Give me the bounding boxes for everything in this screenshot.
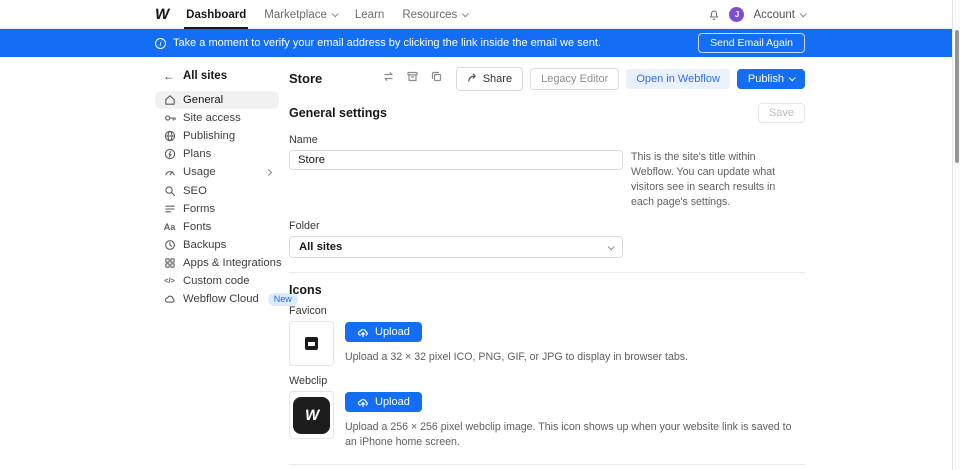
nav-item-resources[interactable]: Resources [402, 0, 467, 29]
name-help-text: This is the site's title within Webflow.… [631, 124, 794, 210]
favicon-upload-button[interactable]: Upload [345, 322, 422, 342]
favicon-preview [289, 321, 334, 366]
section-divider [289, 272, 805, 273]
email-verify-banner: i Take a moment to verify your email add… [0, 29, 960, 57]
icons-heading: Icons [289, 283, 322, 297]
settings-sidebar: ← All sites General Site access Publishi… [155, 68, 279, 470]
archive-icon[interactable] [406, 70, 419, 88]
back-arrow-icon: ← [163, 70, 175, 82]
code-icon: </> [163, 276, 176, 285]
chevron-down-icon [462, 10, 469, 17]
favicon-help-text: Upload a 32 × 32 pixel ICO, PNG, GIF, or… [345, 350, 688, 365]
folder-select[interactable]: All sites [289, 236, 623, 258]
site-name-input[interactable] [289, 150, 623, 170]
cloud-icon [163, 293, 176, 305]
webclip-upload-button[interactable]: Upload [345, 392, 422, 412]
share-button[interactable]: Share [456, 67, 523, 91]
account-menu[interactable]: Account [753, 9, 805, 21]
sidebar-item-seo[interactable]: SEO [155, 181, 279, 199]
favicon-label: Favicon [289, 305, 805, 317]
key-icon [163, 112, 176, 124]
sidebar-item-usage[interactable]: Usage [155, 163, 279, 181]
magnifier-icon [163, 185, 176, 197]
general-settings-heading: General settings [289, 106, 387, 120]
gauge-icon [163, 166, 176, 178]
sidebar-item-backups[interactable]: Backups [155, 236, 279, 254]
chevron-right-icon [265, 169, 272, 176]
vertical-scrollbar[interactable] [952, 0, 960, 470]
folder-label: Folder [289, 220, 623, 232]
banner-message: Take a moment to verify your email addre… [173, 37, 601, 49]
open-in-webflow-button[interactable]: Open in Webflow [626, 69, 730, 89]
name-label: Name [289, 134, 623, 146]
info-icon: i [155, 38, 166, 49]
fonts-icon: Aa [163, 222, 176, 232]
duplicate-icon[interactable] [430, 70, 443, 88]
send-email-again-button[interactable]: Send Email Again [698, 33, 805, 53]
legacy-editor-button[interactable]: Legacy Editor [530, 68, 619, 90]
back-to-all-sites[interactable]: ← All sites [155, 68, 279, 84]
sidebar-item-webflow-cloud[interactable]: Webflow Cloud New [155, 290, 279, 308]
apps-grid-icon [163, 257, 176, 269]
section-divider [289, 464, 805, 465]
webflow-webclip-icon: W [293, 397, 330, 434]
avatar[interactable]: J [729, 7, 744, 22]
globe-icon [163, 130, 176, 142]
main-content: Store Share Legacy Editor Open in Webflo… [289, 68, 805, 470]
sidebar-item-plans[interactable]: Plans [155, 145, 279, 163]
general-save-button[interactable]: Save [758, 103, 805, 123]
webclip-preview: W [289, 391, 334, 439]
sidebar-item-general[interactable]: General [155, 91, 279, 109]
nav-item-marketplace[interactable]: Marketplace [264, 0, 337, 29]
home-icon [163, 94, 176, 106]
default-favicon-icon [305, 337, 318, 350]
bolt-circle-icon [163, 148, 176, 160]
top-nav: W Dashboard Marketplace Learn Resources … [0, 0, 960, 29]
nav-item-learn[interactable]: Learn [355, 0, 384, 29]
share-arrow-icon [467, 72, 478, 86]
page-title: Store [289, 71, 322, 86]
sidebar-item-site-access[interactable]: Site access [155, 109, 279, 127]
publish-button[interactable]: Publish [737, 69, 805, 89]
nav-item-dashboard[interactable]: Dashboard [186, 0, 246, 29]
sidebar-item-publishing[interactable]: Publishing [155, 127, 279, 145]
transfer-site-icon[interactable] [382, 70, 395, 88]
sidebar-item-apps-integrations[interactable]: Apps & Integrations [155, 254, 279, 272]
sidebar-item-fonts[interactable]: Aa Fonts [155, 218, 279, 236]
sidebar-item-custom-code[interactable]: </> Custom code [155, 272, 279, 290]
chevron-down-icon [332, 10, 339, 17]
webflow-logo-icon[interactable]: W [154, 6, 170, 23]
history-clock-icon [163, 239, 176, 251]
notification-bell-icon[interactable] [708, 8, 720, 21]
scrollbar-thumb[interactable] [955, 30, 960, 163]
form-lines-icon [163, 203, 176, 215]
webclip-label: Webclip [289, 375, 805, 387]
chevron-down-icon [800, 10, 807, 17]
sidebar-item-forms[interactable]: Forms [155, 200, 279, 218]
chevron-down-icon [608, 243, 615, 250]
webclip-help-text: Upload a 256 × 256 pixel webclip image. … [345, 420, 803, 450]
chevron-down-icon [789, 74, 796, 81]
